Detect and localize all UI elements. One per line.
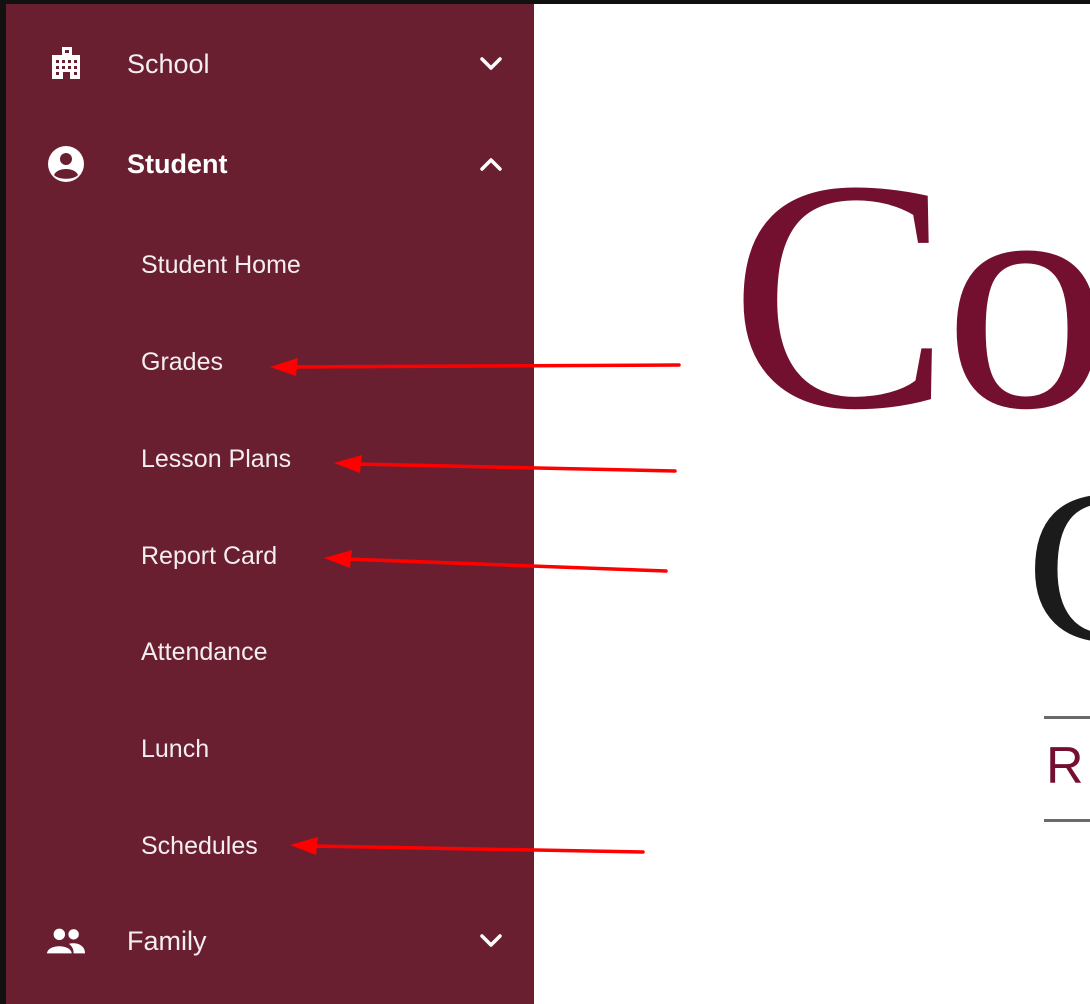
account-circle-icon xyxy=(46,144,86,184)
sidebar-nav: School Student Student Home Grades Lesso… xyxy=(6,4,534,1004)
school-logo-third-line: R xyxy=(1046,737,1084,795)
chevron-up-icon[interactable] xyxy=(476,149,506,179)
sidebar-section-family[interactable]: Family xyxy=(6,909,534,973)
school-logo-wordmark: Co xyxy=(730,113,1090,478)
sidebar-item-attendance[interactable]: Attendance xyxy=(141,635,268,669)
logo-rule-bottom xyxy=(1044,819,1090,822)
school-logo-second-line: C xyxy=(1026,456,1090,676)
sidebar-section-label: Student xyxy=(127,148,228,179)
sidebar-item-lunch[interactable]: Lunch xyxy=(141,732,209,766)
screenshot-frame: School Student Student Home Grades Lesso… xyxy=(0,0,1090,1004)
sidebar-section-school[interactable]: School xyxy=(6,32,534,96)
people-icon xyxy=(46,921,86,961)
sidebar-item-schedules[interactable]: Schedules xyxy=(141,829,258,863)
sidebar-section-label: School xyxy=(127,48,210,79)
sidebar-item-student-home[interactable]: Student Home xyxy=(141,248,301,282)
logo-rule-top xyxy=(1044,716,1090,719)
sidebar-item-grades[interactable]: Grades xyxy=(141,345,223,379)
sidebar-section-label: Family xyxy=(127,925,207,956)
chevron-down-icon[interactable] xyxy=(476,926,506,956)
sidebar-item-report-card[interactable]: Report Card xyxy=(141,539,277,573)
sidebar-section-student[interactable]: Student xyxy=(6,132,534,196)
building-icon xyxy=(46,44,86,84)
main-content: Co C R xyxy=(534,4,1090,1004)
chevron-down-icon[interactable] xyxy=(476,49,506,79)
sidebar-item-lesson-plans[interactable]: Lesson Plans xyxy=(141,442,291,476)
